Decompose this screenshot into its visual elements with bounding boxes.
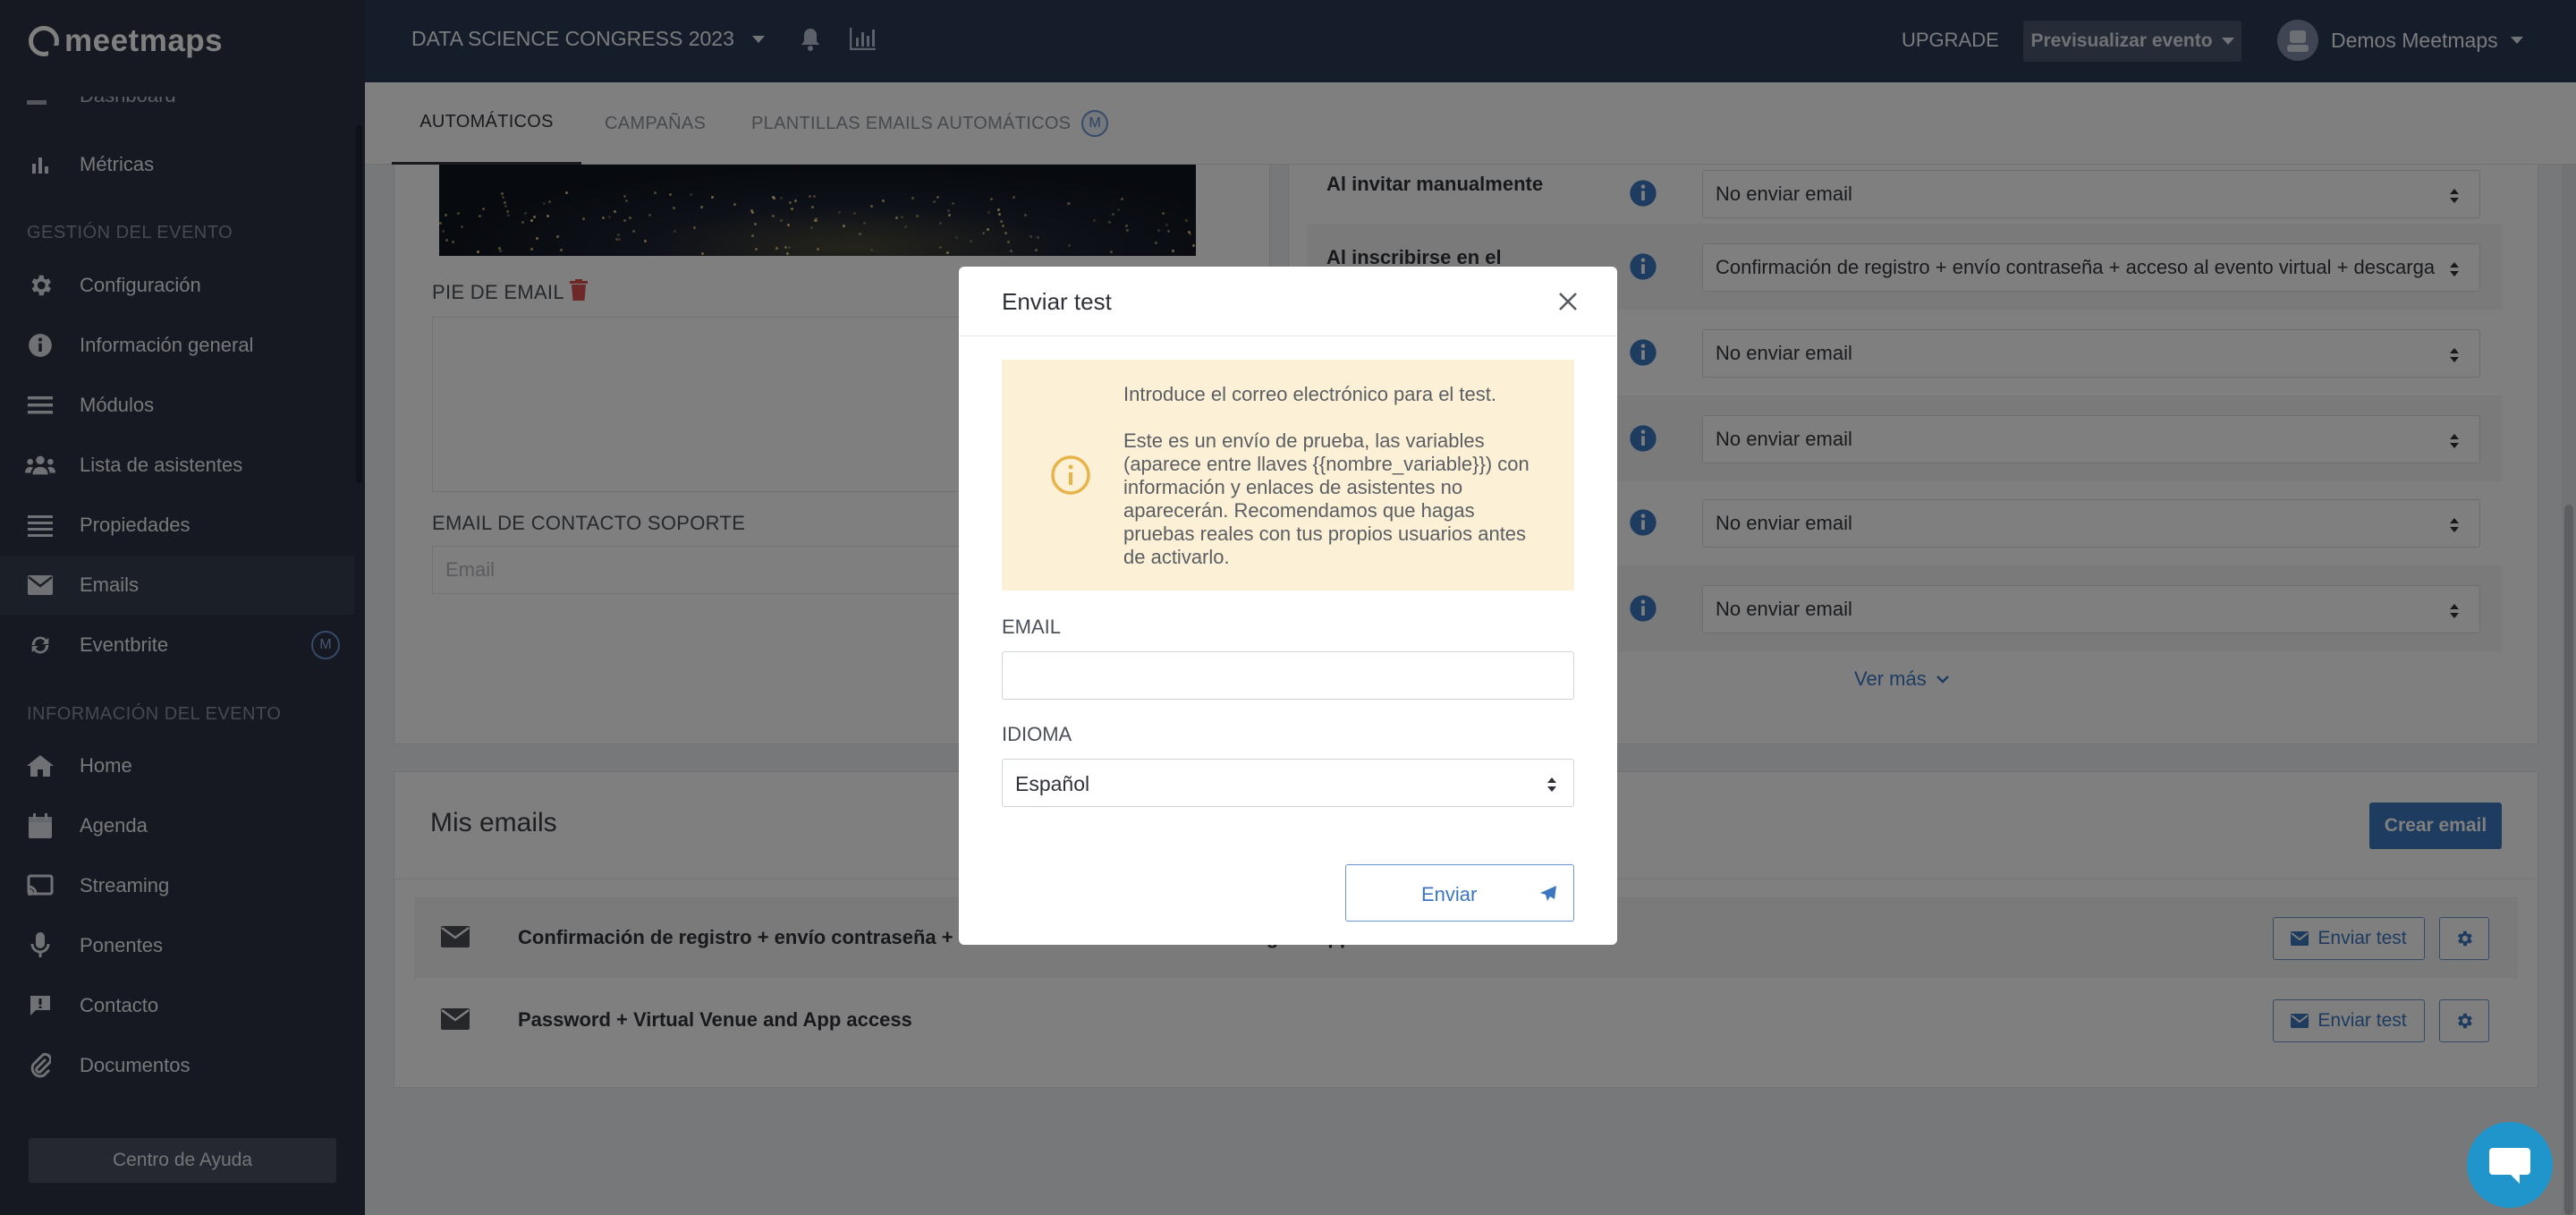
- alert-intro-text: Introduce el correo electrónico para el …: [1123, 383, 1497, 405]
- modal-header: Enviar test: [959, 267, 1617, 336]
- modal-title: Enviar test: [1002, 288, 1112, 315]
- info-circle-icon: [1051, 455, 1090, 495]
- select-arrows-icon: [1547, 777, 1556, 792]
- language-select-value: Español: [1015, 772, 1090, 795]
- alert-detail-text: Este es un envío de prueba, las variable…: [1123, 429, 1530, 568]
- paper-plane-icon: [1540, 886, 1556, 901]
- language-label: IDIOMA: [1002, 723, 1072, 745]
- close-icon[interactable]: [1555, 288, 1581, 315]
- send-test-modal: Enviar test Introduce el correo electrón…: [959, 267, 1617, 945]
- email-label: EMAIL: [1002, 616, 1062, 638]
- send-button[interactable]: Enviar: [1345, 864, 1574, 922]
- language-select[interactable]: Español: [1002, 759, 1574, 807]
- send-button-label: Enviar: [1421, 883, 1478, 905]
- chat-icon: [2489, 1148, 2530, 1184]
- email-input[interactable]: [1002, 651, 1574, 700]
- warning-alert: Introduce el correo electrónico para el …: [1002, 360, 1574, 591]
- chat-button[interactable]: [2467, 1122, 2553, 1208]
